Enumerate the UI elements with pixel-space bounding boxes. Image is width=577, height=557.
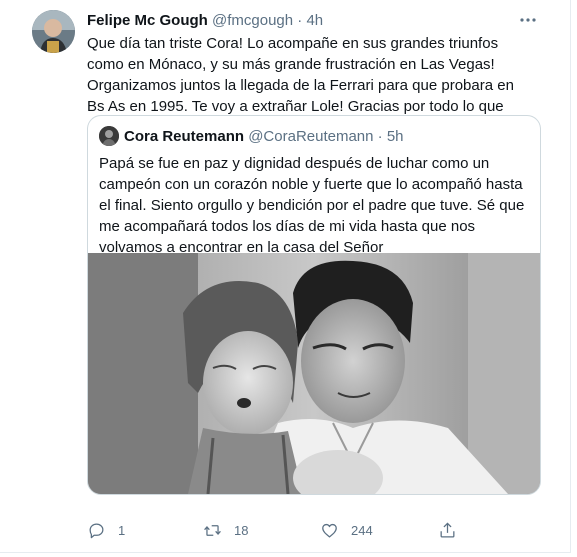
quoted-avatar[interactable]	[99, 126, 119, 146]
reply-icon	[89, 523, 104, 538]
quoted-tweet[interactable]: Cora Reutemann @CoraReutemann · 5h Papá …	[87, 115, 541, 495]
share-icon	[440, 521, 455, 537]
quoted-text: Papá se fue en paz y dignidad después de…	[99, 155, 529, 256]
quoted-timestamp[interactable]: 5h	[387, 128, 404, 145]
quoted-handle[interactable]: @CoraReutemann	[248, 128, 373, 145]
display-name[interactable]: Felipe Mc Gough	[87, 12, 208, 29]
tweet-actions: 1 18 244	[87, 518, 527, 542]
black-and-white-photo-man-and-child	[88, 253, 540, 494]
retweet-count: 18	[234, 522, 249, 538]
retweet-icon	[204, 524, 221, 536]
avatar[interactable]	[32, 10, 75, 53]
quoted-display-name[interactable]: Cora Reutemann	[124, 128, 244, 145]
like-count: 244	[351, 522, 373, 538]
avatar-image	[32, 10, 75, 53]
tweet-card[interactable]: Felipe Mc Gough @fmcgough · 4h Que día t…	[0, 0, 571, 553]
quoted-header: Cora Reutemann @CoraReutemann · 5h	[124, 128, 404, 145]
like-button[interactable]: 244	[320, 518, 373, 542]
quoted-avatar-image	[99, 126, 119, 146]
share-button[interactable]	[438, 518, 457, 542]
retweet-button[interactable]: 18	[203, 518, 248, 542]
reply-button[interactable]: 1	[87, 518, 125, 542]
separator-dot: ·	[297, 12, 303, 29]
tweet-header: Felipe Mc Gough @fmcgough · 4h	[87, 12, 530, 32]
heart-icon	[322, 523, 337, 537]
user-handle[interactable]: @fmcgough	[212, 12, 293, 29]
more-options-button[interactable]	[516, 10, 540, 34]
timestamp[interactable]: 4h	[306, 12, 323, 29]
quoted-photo[interactable]	[88, 253, 540, 494]
reply-count: 1	[118, 522, 126, 538]
more-horizontal-icon	[520, 18, 536, 22]
quoted-separator-dot: ·	[377, 128, 383, 145]
